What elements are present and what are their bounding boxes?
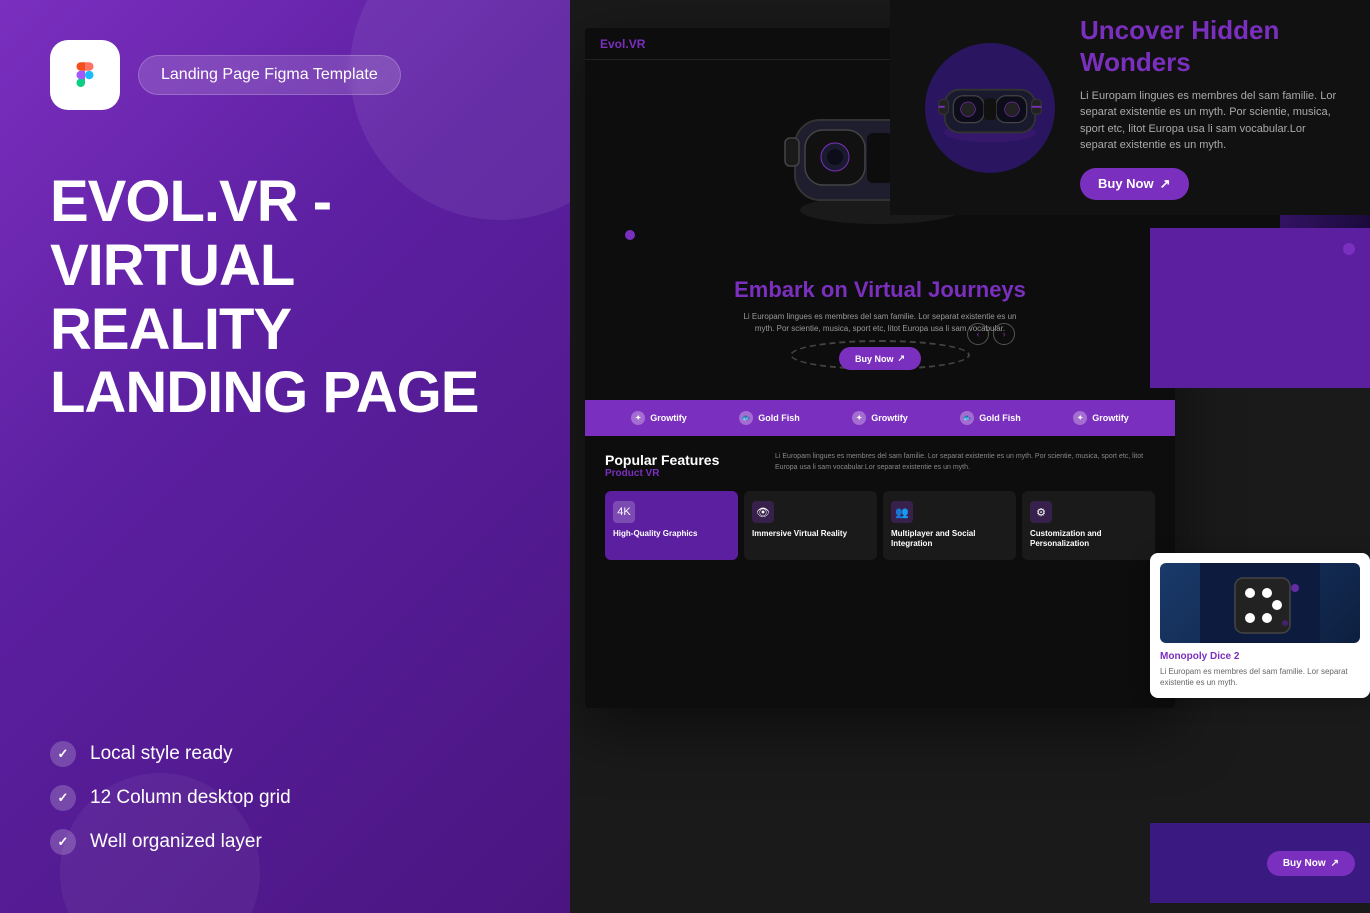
hero-buy-button[interactable]: Buy Now ↗ bbox=[839, 347, 921, 370]
brand-icon-2: 🐟 bbox=[739, 411, 753, 425]
dice-card-title: Monopoly Dice 2 bbox=[1160, 651, 1360, 662]
features-description: Li Europam lingues es membres del sam fa… bbox=[775, 452, 1155, 473]
feature-title-2: Immersive Virtual Reality bbox=[752, 529, 869, 539]
hidden-wonders-text: Uncover Hidden Wonders Li Europam lingue… bbox=[1080, 15, 1340, 199]
brand-icon-3: ✦ bbox=[852, 411, 866, 425]
feature-title-1: High-Quality Graphics bbox=[613, 529, 730, 539]
feature-card-4: ⚙ Customization and Personalization bbox=[1022, 491, 1155, 560]
brand-strip: ✦ Growtify 🐟 Gold Fish ✦ Growtify 🐟 Gold… bbox=[585, 400, 1175, 436]
feature-icon-2: 👁 bbox=[752, 501, 774, 523]
dice-card-image bbox=[1160, 563, 1360, 643]
feature-icon-4: ⚙ bbox=[1030, 501, 1052, 523]
vr-headset-top bbox=[920, 38, 1060, 178]
arrow-icon: ↗ bbox=[897, 353, 905, 364]
vw-purple-section bbox=[1150, 228, 1370, 388]
features-main-title: Popular Features bbox=[605, 452, 745, 468]
hidden-wonders-title: Uncover Hidden Wonders bbox=[1080, 15, 1340, 77]
feature-item-2: 12 Column desktop grid bbox=[50, 785, 520, 811]
hero-desc: Li Europam lingues es membres del sam fa… bbox=[740, 311, 1020, 335]
feature-icon-1: 4K bbox=[613, 501, 635, 523]
feature-cards: 4K High-Quality Graphics 👁 Immersive Vir… bbox=[605, 491, 1155, 560]
brand-icon-5: ✦ bbox=[1073, 411, 1087, 425]
left-panel: Landing Page Figma Template EVOL.VR - VI… bbox=[0, 0, 570, 913]
buy-now-button-top[interactable]: Buy Now ↗ bbox=[1080, 168, 1189, 200]
features-header: Popular Features Product VR Li Europam l… bbox=[605, 452, 1155, 479]
template-badge: Landing Page Figma Template bbox=[138, 55, 401, 95]
brand-icon-4: 🐟 bbox=[960, 411, 974, 425]
figma-logo bbox=[50, 40, 120, 110]
hidden-wonders-desc: Li Europam lingues es membres del sam fa… bbox=[1080, 88, 1340, 154]
check-icon-3 bbox=[50, 829, 76, 855]
preview-logo: Evol.VR bbox=[600, 37, 645, 51]
brand-icon-1: ✦ bbox=[631, 411, 645, 425]
bottom-buy-card: Buy Now ↗ bbox=[1150, 823, 1370, 903]
arrow-icon: ↗ bbox=[1331, 858, 1339, 869]
feature-card-1: 4K High-Quality Graphics bbox=[605, 491, 738, 560]
vr-headset-icon bbox=[920, 38, 1060, 178]
brand-item-1: ✦ Growtify bbox=[631, 411, 687, 425]
features-title: Popular Features Product VR bbox=[605, 452, 745, 479]
check-icon-1 bbox=[50, 741, 76, 767]
feature-item-3: Well organized layer bbox=[50, 829, 520, 855]
right-panel: Uncover Hidden Wonders Li Europam lingue… bbox=[570, 0, 1370, 913]
brand-item-3: ✦ Growtify bbox=[852, 411, 908, 425]
feature-card-2: 👁 Immersive Virtual Reality bbox=[744, 491, 877, 560]
feature-title-3: Multiplayer and Social Integration bbox=[891, 529, 1008, 550]
features-list: Local style ready 12 Column desktop grid… bbox=[50, 741, 520, 873]
hero-title: Embark on Virtual Journeys bbox=[734, 277, 1026, 303]
bottom-buy-button[interactable]: Buy Now ↗ bbox=[1267, 851, 1355, 876]
main-title: EVOL.VR - VIRTUAL REALITY LANDING PAGE bbox=[50, 170, 520, 425]
dice-card: Monopoly Dice 2 Li Europam es membres de… bbox=[1150, 553, 1370, 698]
dice-card-desc: Li Europam es membres del sam familie. L… bbox=[1160, 666, 1360, 688]
feature-icon-3: 👥 bbox=[891, 501, 913, 523]
check-icon-2 bbox=[50, 785, 76, 811]
features-section: Popular Features Product VR Li Europam l… bbox=[585, 436, 1175, 572]
top-bar: Landing Page Figma Template bbox=[50, 40, 520, 110]
features-subtitle: Product VR bbox=[605, 468, 745, 479]
brand-item-4: 🐟 Gold Fish bbox=[960, 411, 1021, 425]
purple-dot-hero bbox=[625, 230, 635, 240]
feature-item-1: Local style ready bbox=[50, 741, 520, 767]
hidden-wonders-card: Uncover Hidden Wonders Li Europam lingue… bbox=[890, 0, 1370, 215]
brand-item-5: ✦ Growtify bbox=[1073, 411, 1129, 425]
feature-card-3: 👥 Multiplayer and Social Integration bbox=[883, 491, 1016, 560]
feature-title-4: Customization and Personalization bbox=[1030, 529, 1147, 550]
brand-item-2: 🐟 Gold Fish bbox=[739, 411, 800, 425]
arrow-icon: ↗ bbox=[1160, 176, 1171, 192]
vw-purple-dot bbox=[1343, 243, 1355, 255]
